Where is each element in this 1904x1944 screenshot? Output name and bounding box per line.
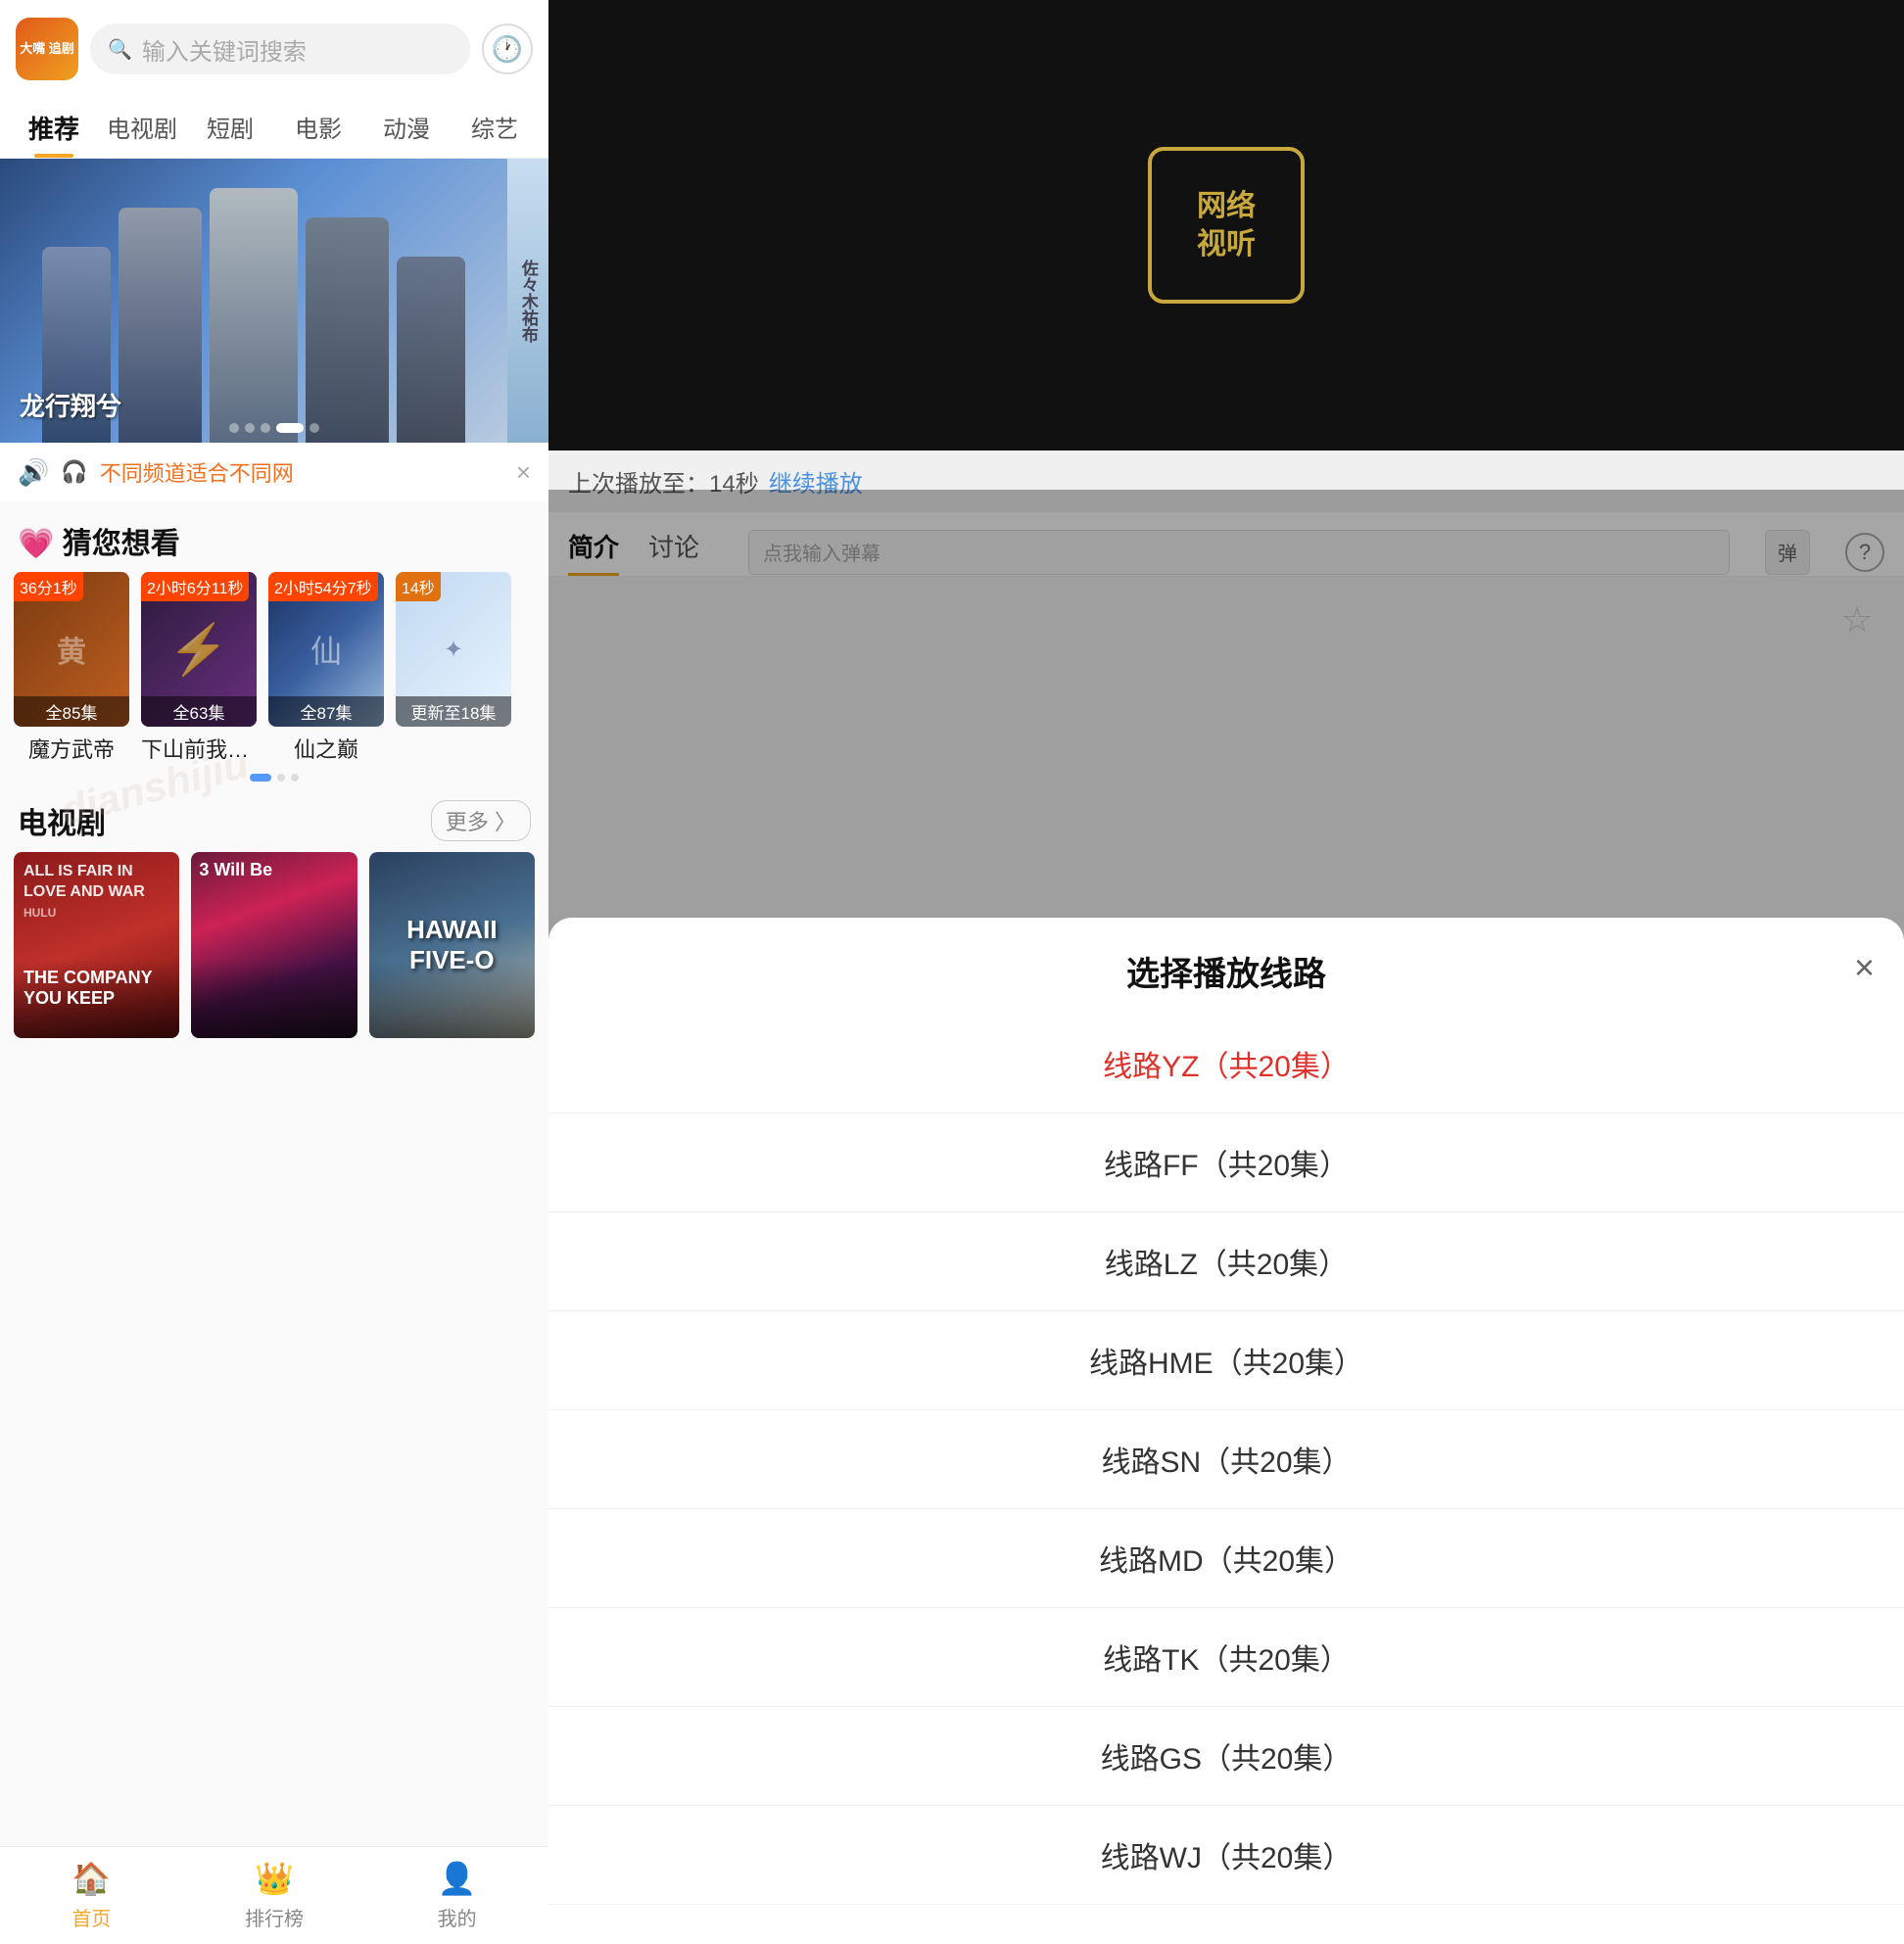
rec-card-2-badge: 2小时54分7秒 xyxy=(268,572,378,601)
bottom-nav: 🏠 首页 👑 排行榜 👤 我的 xyxy=(0,1846,548,1944)
rec-card-0-name: 魔方武帝 xyxy=(14,733,129,764)
cdot-1 xyxy=(250,774,271,782)
home-label: 首页 xyxy=(71,1903,111,1931)
route-modal-close-button[interactable]: × xyxy=(1854,947,1875,988)
tab-anime[interactable]: 动漫 xyxy=(362,100,451,158)
notif-icon2: 🎧 xyxy=(61,459,87,485)
tab-tv[interactable]: 电视剧 xyxy=(98,100,186,158)
rec-section-title: 💗 猜您想看 xyxy=(0,501,548,572)
clock-button[interactable]: 🕐 xyxy=(482,24,533,74)
show-detail: 简介 讨论 点我输入弹幕 弹 ? ☆ 选择播放线路 × 线路YZ（共20集） 线… xyxy=(548,512,1904,1944)
rec-card-2[interactable]: 仙 2小时54分7秒 全87集 仙之巅 xyxy=(268,572,384,764)
video-logo: 网络视听 xyxy=(1148,147,1305,304)
dot-3 xyxy=(261,423,270,433)
rec-card-1-badge: 2小时6分11秒 xyxy=(141,572,249,601)
left-scroll-content: 龙行翔兮 佐々木祐布 🔊 🎧 不同频道适合不同网 × dianshij xyxy=(0,159,548,1944)
home-icon: 🏠 xyxy=(71,1860,111,1897)
route-item-2[interactable]: 线路LZ（共20集） xyxy=(548,1212,1904,1311)
hero-image: 龙行翔兮 佐々木祐布 xyxy=(0,159,548,443)
app-logo[interactable]: 大嘴 追剧 xyxy=(16,18,78,80)
hero-side-banner: 佐々木祐布 xyxy=(507,159,548,443)
dot-4 xyxy=(276,423,304,433)
dot-2 xyxy=(245,423,255,433)
route-modal-overlay: 选择播放线路 × 线路YZ（共20集） 线路FF（共20集） 线路LZ（共20集… xyxy=(548,512,1904,1944)
rec-card-3-image: ✦ 14秒 更新至18集 xyxy=(396,572,511,727)
rec-card-3-badge: 14秒 xyxy=(396,572,441,601)
logo-text: 大嘴 追剧 xyxy=(20,41,74,57)
cdot-3 xyxy=(291,774,299,782)
route-item-6[interactable]: 线路TK（共20集） xyxy=(548,1608,1904,1707)
right-panel: 网络视听 上次播放至：14秒 继续播放 简介 讨论 点我输入弹幕 弹 ? ☆ 选… xyxy=(548,0,1904,1944)
bottom-nav-home[interactable]: 🏠 首页 xyxy=(0,1847,183,1944)
rec-card-1-image: ⚡ 2小时6分11秒 全63集 xyxy=(141,572,257,727)
rec-card-3-episodes: 更新至18集 xyxy=(396,696,511,727)
bottom-nav-rank[interactable]: 👑 排行榜 xyxy=(183,1847,366,1944)
mine-icon: 👤 xyxy=(438,1860,477,1897)
rec-card-2-name: 仙之巅 xyxy=(268,733,384,764)
tv-section-title: 电视剧 xyxy=(18,799,431,842)
rec-card-2-episodes: 全87集 xyxy=(268,696,384,727)
route-item-1[interactable]: 线路FF（共20集） xyxy=(548,1114,1904,1212)
dot-5 xyxy=(309,423,319,433)
route-modal-title: 选择播放线路 xyxy=(1126,947,1326,995)
bottom-nav-mine[interactable]: 👤 我的 xyxy=(365,1847,548,1944)
hero-banner[interactable]: 龙行翔兮 佐々木祐布 xyxy=(0,159,548,443)
cdot-2 xyxy=(277,774,285,782)
rec-row: 黄 36分1秒 全85集 魔方武帝 ⚡ 2小时6分11秒 全63集 xyxy=(0,572,548,764)
rec-card-1-episodes: 全63集 xyxy=(141,696,257,727)
rec-card-3[interactable]: ✦ 14秒 更新至18集 xyxy=(396,572,511,764)
mine-label: 我的 xyxy=(438,1903,477,1931)
tab-recommend[interactable]: 推荐 xyxy=(10,100,98,158)
notification-text: 不同频道适合不同网 xyxy=(100,456,504,488)
nav-tabs: 推荐 电视剧 短剧 电影 动漫 综艺 xyxy=(0,90,548,159)
search-icon: 🔍 xyxy=(108,37,132,62)
route-item-4[interactable]: 线路SN（共20集） xyxy=(548,1410,1904,1509)
tab-variety[interactable]: 综艺 xyxy=(451,100,539,158)
video-area[interactable]: 网络视听 xyxy=(548,0,1904,450)
carousel-dots xyxy=(0,774,548,782)
heart-icon: 💗 xyxy=(18,528,54,560)
route-item-7[interactable]: 线路GS（共20集） xyxy=(548,1707,1904,1806)
rec-title-text: 猜您想看 xyxy=(63,528,180,560)
route-item-0[interactable]: 线路YZ（共20集） xyxy=(548,1015,1904,1114)
hero-text: 龙行翔兮 xyxy=(20,387,121,423)
tv-card-2[interactable]: HAWAIIFIVE-O xyxy=(369,852,535,1038)
notification-bar: 🔊 🎧 不同频道适合不同网 × xyxy=(0,443,548,501)
tab-short[interactable]: 短剧 xyxy=(186,100,274,158)
rec-card-0[interactable]: 黄 36分1秒 全85集 魔方武帝 xyxy=(14,572,129,764)
left-panel: 大嘴 追剧 🔍 输入关键词搜索 🕐 推荐 电视剧 短剧 电影 动漫 综艺 xyxy=(0,0,548,1944)
tab-movie[interactable]: 电影 xyxy=(274,100,362,158)
header: 大嘴 追剧 🔍 输入关键词搜索 🕐 xyxy=(0,0,548,90)
route-item-5[interactable]: 线路MD（共20集） xyxy=(548,1509,1904,1608)
rank-icon: 👑 xyxy=(255,1860,294,1897)
tv-card-1[interactable]: 3 Will Be xyxy=(191,852,357,1038)
video-logo-text: 网络视听 xyxy=(1197,187,1256,263)
hero-dots xyxy=(229,423,319,433)
hero-side-text: 佐々木祐布 xyxy=(516,260,540,343)
rec-card-2-image: 仙 2小时54分7秒 全87集 xyxy=(268,572,384,727)
tv-section-header: 电视剧 更多 〉 xyxy=(0,785,548,852)
rec-card-0-badge: 36分1秒 xyxy=(14,572,83,601)
rec-card-1-name: 下山前我就… xyxy=(141,733,257,764)
search-bar[interactable]: 🔍 输入关键词搜索 xyxy=(90,24,470,74)
notification-close-button[interactable]: × xyxy=(516,457,531,488)
tv-card-0[interactable]: ALL IS FAIR INLOVE AND WARhulu THE COMPA… xyxy=(14,852,179,1038)
route-modal: 选择播放线路 × 线路YZ（共20集） 线路FF（共20集） 线路LZ（共20集… xyxy=(548,918,1904,1944)
dot-1 xyxy=(229,423,239,433)
route-item-8[interactable]: 线路WJ（共20集） xyxy=(548,1806,1904,1905)
rec-card-0-image: 黄 36分1秒 全85集 xyxy=(14,572,129,727)
rec-card-3-name xyxy=(396,733,511,758)
tv-row: ALL IS FAIR INLOVE AND WARhulu THE COMPA… xyxy=(0,852,548,1038)
route-modal-header: 选择播放线路 × xyxy=(548,947,1904,1015)
notif-speaker-icon: 🔊 xyxy=(18,457,49,488)
rec-card-0-episodes: 全85集 xyxy=(14,696,129,727)
rec-card-1[interactable]: ⚡ 2小时6分11秒 全63集 下山前我就… xyxy=(141,572,257,764)
search-placeholder: 输入关键词搜索 xyxy=(142,32,307,67)
rank-label: 排行榜 xyxy=(245,1903,304,1931)
route-item-3[interactable]: 线路HME（共20集） xyxy=(548,1311,1904,1410)
tv-more-button[interactable]: 更多 〉 xyxy=(431,800,531,841)
